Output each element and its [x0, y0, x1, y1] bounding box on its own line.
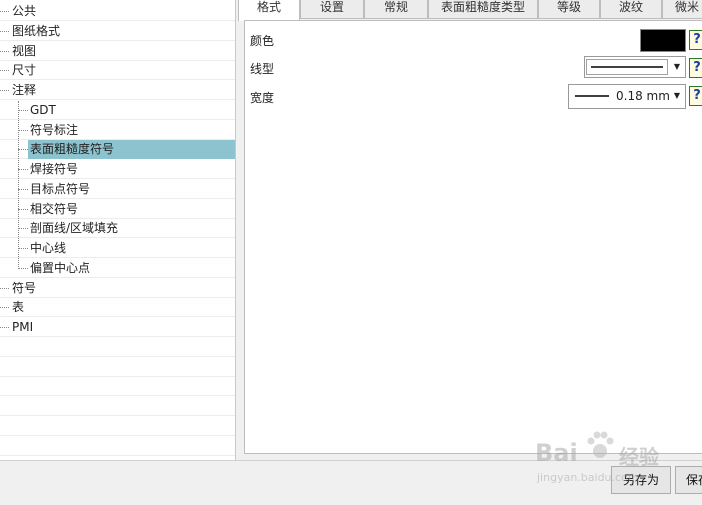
width-help-icon[interactable]: ?: [689, 86, 702, 106]
tree-item[interactable]: 符号: [0, 279, 235, 298]
tree-item-label: 符号标注: [30, 122, 79, 137]
line-width-preview-icon: [575, 95, 609, 97]
tree-empty-row: [0, 417, 235, 436]
tree-empty-row: [0, 377, 235, 397]
tree-child-item[interactable]: 偏置中心点: [0, 259, 235, 278]
color-label: 颜色: [250, 34, 275, 48]
format-panel: 颜色 ? 线型 ▼ ? 宽度 0.18 mm ▼ ?: [244, 20, 702, 454]
tree-connector: [18, 109, 28, 111]
tree-item-label: 焊接符号: [30, 162, 79, 176]
tree-connector: [18, 169, 28, 170]
tree-empty-row: [0, 397, 235, 416]
tree-item-label: 图纸格式: [12, 23, 61, 38]
tree-empty-row: [0, 358, 235, 377]
color-help-icon[interactable]: ?: [689, 30, 702, 50]
width-value: 0.18 mm: [616, 89, 670, 103]
tree-item-label: GDT: [30, 102, 56, 117]
tree-item-label: 注释: [12, 83, 37, 97]
tree-child-item[interactable]: 相交符号: [0, 200, 235, 219]
tree-connector: [18, 267, 28, 269]
solid-line-preview-icon: [586, 59, 668, 75]
tree-connector: [0, 307, 9, 309]
tab-roughness-type[interactable]: 表面粗糙度类型: [428, 0, 538, 19]
save-button[interactable]: 保存: [675, 466, 702, 494]
tree-connector: [18, 208, 28, 210]
tab-settings[interactable]: 设置: [300, 0, 364, 19]
tab-grade[interactable]: 等级: [538, 0, 600, 19]
footer-divider: [0, 460, 702, 461]
tree-item-label: 公共: [12, 4, 37, 18]
tree-connector: [0, 70, 9, 72]
tree-item-label: 相交符号: [30, 201, 79, 216]
tree-child-item[interactable]: 表面粗糙度符号: [0, 140, 235, 160]
tree-item-label: 尺寸: [12, 63, 37, 78]
tree-item-label: 目标点符号: [30, 181, 91, 196]
tree-connector: [0, 11, 9, 12]
tree-connector: [0, 287, 9, 289]
tree-child-item[interactable]: GDT: [0, 101, 235, 120]
tree-item-label: 表面粗糙度符号: [28, 140, 235, 160]
tree-connector: [18, 228, 28, 230]
tree-child-item[interactable]: 中心线: [0, 239, 235, 258]
width-label: 宽度: [250, 91, 275, 105]
tree-child-item[interactable]: 剖面线/区域填充: [0, 219, 235, 239]
tree-item[interactable]: 图纸格式: [0, 22, 235, 41]
color-picker[interactable]: [640, 29, 686, 52]
tree-item-label: 表: [12, 300, 25, 315]
tree-empty-row: [0, 338, 235, 357]
tree-connector: [0, 30, 9, 32]
settings-tree: 公共图纸格式视图尺寸注释 GDT 符号标注表面粗糙度符号焊接符号目标点符号相交符号剖…: [0, 0, 236, 460]
chevron-down-icon[interactable]: ▼: [669, 57, 685, 77]
linetype-help-icon[interactable]: ?: [689, 58, 702, 78]
save-as-button[interactable]: 另存为: [611, 466, 671, 494]
tree-item[interactable]: 尺寸: [0, 61, 235, 81]
tree-item[interactable]: 视图: [0, 42, 235, 61]
tab-micron[interactable]: 微米: [662, 0, 702, 19]
tab-format[interactable]: 格式: [238, 0, 300, 21]
tree-item-label: PMI: [12, 320, 34, 334]
tab-bar: 格式 设置 常规 表面粗糙度类型 等级 波纹 微米: [238, 0, 702, 21]
tree-connector: [0, 327, 9, 328]
tree-connector: [0, 50, 9, 52]
tree-connector: [0, 90, 9, 91]
tree-item-label: 中心线: [30, 241, 67, 255]
tab-general[interactable]: 常规: [364, 0, 428, 19]
tree-child-item[interactable]: 目标点符号: [0, 180, 235, 199]
tree-connector: [18, 149, 28, 151]
tree-item[interactable]: 公共: [0, 2, 235, 21]
tree-empty-row: [0, 437, 235, 456]
tree-branch-line: [18, 100, 19, 269]
tree-item[interactable]: 注释: [0, 81, 235, 100]
width-select[interactable]: 0.18 mm ▼: [568, 84, 686, 109]
tree-connector: [18, 188, 28, 190]
tree-child-item[interactable]: 焊接符号: [0, 160, 235, 179]
tree-item[interactable]: 表: [0, 298, 235, 318]
tree-item-label: 偏置中心点: [30, 260, 91, 275]
linetype-select[interactable]: ▼: [584, 56, 686, 78]
tree-child-item[interactable]: 符号标注: [0, 121, 235, 140]
tree-connector: [18, 248, 28, 249]
tree-item-label: 符号: [12, 280, 37, 295]
tree-item[interactable]: PMI: [0, 318, 235, 337]
linetype-label: 线型: [250, 62, 275, 76]
tree-item-label: 剖面线/区域填充: [30, 221, 119, 236]
tab-waviness[interactable]: 波纹: [600, 0, 662, 19]
chevron-down-icon[interactable]: ▼: [669, 86, 685, 106]
tree-item-label: 视图: [12, 43, 37, 58]
tree-connector: [18, 129, 28, 131]
